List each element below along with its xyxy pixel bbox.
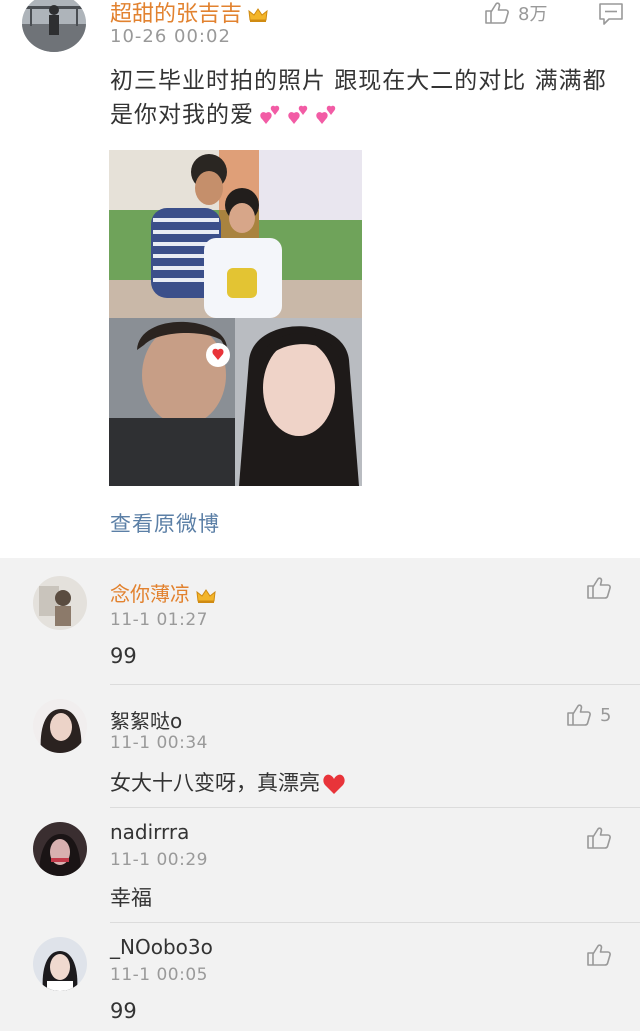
main-like-button[interactable]: 8万 (484, 0, 547, 26)
comment-text: 女大十八变呀，真漂亮 (110, 767, 346, 797)
thumbs-up-icon (484, 1, 510, 25)
comment-username[interactable]: 念你薄凉 (110, 578, 216, 607)
comment-avatar[interactable] (33, 822, 87, 876)
comment-item: _NOobo3o 11-1 00:05 99 (0, 923, 640, 1031)
comment-timestamp: 11-1 00:29 (110, 850, 208, 870)
comment-like-button[interactable] (586, 576, 612, 600)
main-username[interactable]: 超甜的张吉吉 (110, 0, 268, 28)
red-heart-icon (322, 773, 346, 795)
comment-item: nadirrra 11-1 00:29 幸福 (0, 808, 640, 923)
comment-avatar[interactable] (33, 937, 87, 991)
comment-text: 幸福 (110, 886, 152, 910)
comment-avatar[interactable] (33, 576, 87, 630)
comment-like-button[interactable]: 5 (566, 703, 611, 727)
comment-like-count: 5 (600, 704, 612, 726)
thumbs-up-icon (586, 943, 612, 967)
crown-badge-icon (196, 588, 216, 604)
post-text: 初三毕业时拍的照片 跟现在大二的对比 满满都是你对我的爱 (110, 64, 622, 132)
pink-hearts-icon (256, 101, 356, 131)
main-timestamp: 10-26 00:02 (110, 26, 231, 47)
comment-item: 絮絮哒o 11-1 00:34 女大十八变呀，真漂亮 5 (0, 685, 640, 808)
main-like-count: 8万 (518, 4, 548, 25)
reply-icon[interactable] (598, 2, 624, 26)
comment-text: 99 (110, 644, 137, 668)
main-avatar[interactable] (22, 0, 86, 52)
comment-like-button[interactable] (586, 826, 612, 850)
post-photo[interactable] (109, 150, 362, 486)
thumbs-up-icon (566, 703, 592, 727)
comment-timestamp: 11-1 01:27 (110, 610, 208, 630)
comment-like-button[interactable] (586, 943, 612, 967)
comment-username[interactable]: nadirrra (110, 820, 189, 844)
comment-username[interactable]: 絮絮哒o (110, 705, 182, 734)
comment-avatar[interactable] (33, 699, 87, 753)
main-post: 超甜的张吉吉 10-26 00:02 8万 初三毕业时拍的照片 跟现在大二的对比… (0, 0, 640, 558)
comment-username[interactable]: _NOobo3o (110, 935, 213, 959)
comment-timestamp: 11-1 00:34 (110, 733, 208, 753)
comment-text: 99 (110, 999, 137, 1023)
comment-item: 念你薄凉 11-1 01:27 99 (0, 558, 640, 685)
thumbs-up-icon (586, 826, 612, 850)
comment-timestamp: 11-1 00:05 (110, 965, 208, 985)
crown-badge-icon (248, 7, 268, 23)
thumbs-up-icon (586, 576, 612, 600)
view-original-link[interactable]: 查看原微博 (110, 508, 220, 538)
